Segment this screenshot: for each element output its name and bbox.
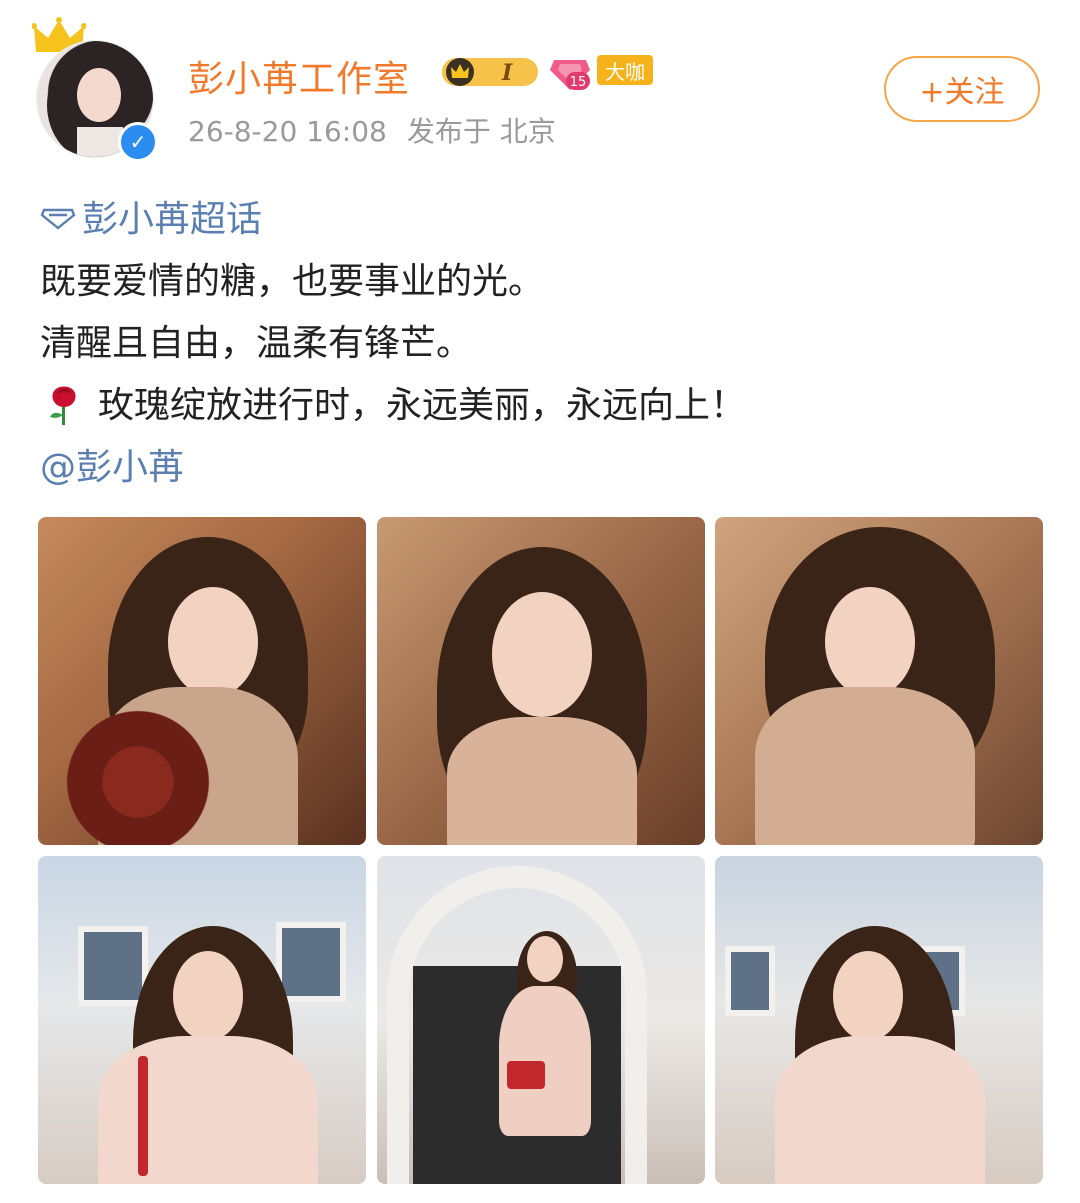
member-level-badge-icon: I (442, 58, 538, 86)
mention-link[interactable]: @彭小苒 (40, 438, 184, 490)
post-meta: 26-8-20 16:08 发布于 北京 (188, 110, 576, 150)
post-line-2: 清醒且自由，温柔有锋芒。 (40, 323, 473, 364)
follow-button[interactable]: +关注 (884, 56, 1040, 122)
super-topic-link[interactable]: 彭小苒超话 (40, 190, 262, 242)
diamond-level-text: 15 (570, 75, 587, 90)
post-timestamp: 26-8-20 16:08 (188, 115, 387, 148)
daka-badge: 大咖 (597, 55, 653, 85)
verified-icon: ✓ (118, 122, 158, 162)
post-line-3: 玫瑰绽放进行时，永远美丽，永远向上！ (40, 376, 746, 428)
photo-4[interactable] (38, 856, 366, 1184)
photo-5[interactable] (377, 856, 705, 1184)
super-topic-icon (40, 208, 76, 230)
level-badge-text: I (501, 60, 513, 86)
photo-1[interactable] (38, 517, 366, 845)
photo-6[interactable] (715, 856, 1043, 1184)
avatar-container[interactable]: ✓ (32, 17, 158, 162)
rose-icon (50, 386, 76, 425)
post-line-1: 既要爱情的糖，也要事业的光。 (40, 261, 545, 302)
photo-2[interactable] (377, 517, 705, 845)
post-line-3-text: 玫瑰绽放进行时，永远美丽，永远向上！ (98, 385, 747, 426)
diamond-badge-icon: 15 (550, 60, 590, 90)
post-location: 发布于 北京 (406, 115, 556, 148)
super-topic-label: 彭小苒超话 (82, 199, 263, 240)
username[interactable]: 彭小苒工作室 (188, 50, 410, 102)
photo-3[interactable] (715, 517, 1043, 845)
